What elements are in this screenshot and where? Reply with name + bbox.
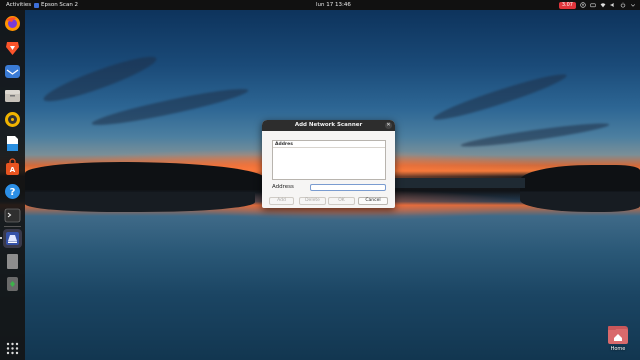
wallpaper-cloud	[40, 50, 160, 108]
svg-text:A: A	[10, 166, 16, 174]
dock-separator	[4, 226, 21, 227]
home-folder-label[interactable]: Home	[604, 346, 632, 352]
wallpaper-treeline-left	[25, 162, 265, 190]
wallpaper-cloud	[431, 68, 569, 126]
rhythmbox-icon[interactable]	[3, 110, 22, 129]
mail-icon[interactable]	[3, 62, 22, 81]
ok-button[interactable]: OK	[328, 197, 355, 205]
wallpaper-cloud	[460, 119, 610, 151]
app-menu-label: Epson Scan 2	[41, 2, 79, 8]
help-icon[interactable]: ?	[3, 182, 22, 201]
blank-app-icon[interactable]	[3, 252, 22, 271]
dialog-titlebar[interactable]: Add Network Scanner ✕	[262, 120, 395, 131]
home-folder-icon[interactable]	[608, 326, 628, 344]
grid-icon[interactable]	[3, 339, 22, 358]
files-icon[interactable]	[3, 86, 22, 105]
close-icon[interactable]: ✕	[385, 122, 392, 129]
scanner-icon[interactable]	[3, 229, 22, 248]
add-button[interactable]: Add	[269, 197, 294, 205]
app-menu[interactable]: Epson Scan 2	[34, 0, 78, 10]
scanner-address-list[interactable]: Addres	[272, 140, 386, 180]
wallpaper-reflection-right	[520, 192, 640, 212]
terminal-icon[interactable]	[3, 206, 22, 225]
active-indicator	[0, 237, 2, 239]
volume-icon[interactable]	[610, 2, 616, 8]
dialog-title: Add Network Scanner	[294, 122, 363, 128]
address-label: Address	[272, 184, 294, 190]
recording-badge[interactable]: 3.07	[558, 1, 576, 9]
cancel-button[interactable]: Cancel	[358, 197, 388, 205]
svg-text:?: ?	[10, 187, 16, 198]
firefox-icon[interactable]	[3, 14, 22, 33]
top-bar: Activities Epson Scan 2 lun 17 13:46 3.0…	[0, 0, 640, 10]
wallpaper-reflection-left	[25, 192, 255, 212]
wallpaper-far-hills	[395, 178, 525, 188]
address-input[interactable]	[310, 184, 386, 191]
wallpaper-treeline-right	[520, 165, 640, 191]
add-network-scanner-dialog: Add Network Scanner ✕ Addres Address Add…	[262, 120, 395, 208]
list-column-header[interactable]: Addres	[273, 141, 385, 148]
activities-button[interactable]: Activities	[6, 0, 31, 10]
trash-icon[interactable]	[3, 274, 22, 293]
power-icon[interactable]	[620, 2, 626, 8]
epson-scan-icon	[34, 2, 39, 8]
chevron-down-icon[interactable]	[630, 2, 636, 8]
keyboard-icon[interactable]	[590, 2, 596, 8]
brave-icon[interactable]	[3, 38, 22, 57]
delete-button[interactable]: Delete	[299, 197, 326, 205]
dock: A ?	[0, 10, 25, 360]
clock[interactable]: lun 17 13:46	[316, 0, 351, 10]
wallpaper-cloud	[90, 83, 250, 131]
software-icon[interactable]: A	[3, 158, 22, 177]
writer-icon[interactable]	[3, 134, 22, 153]
system-tray[interactable]: 3.07	[558, 0, 636, 10]
wifi-icon[interactable]	[600, 2, 606, 8]
accessibility-icon[interactable]	[580, 2, 586, 8]
